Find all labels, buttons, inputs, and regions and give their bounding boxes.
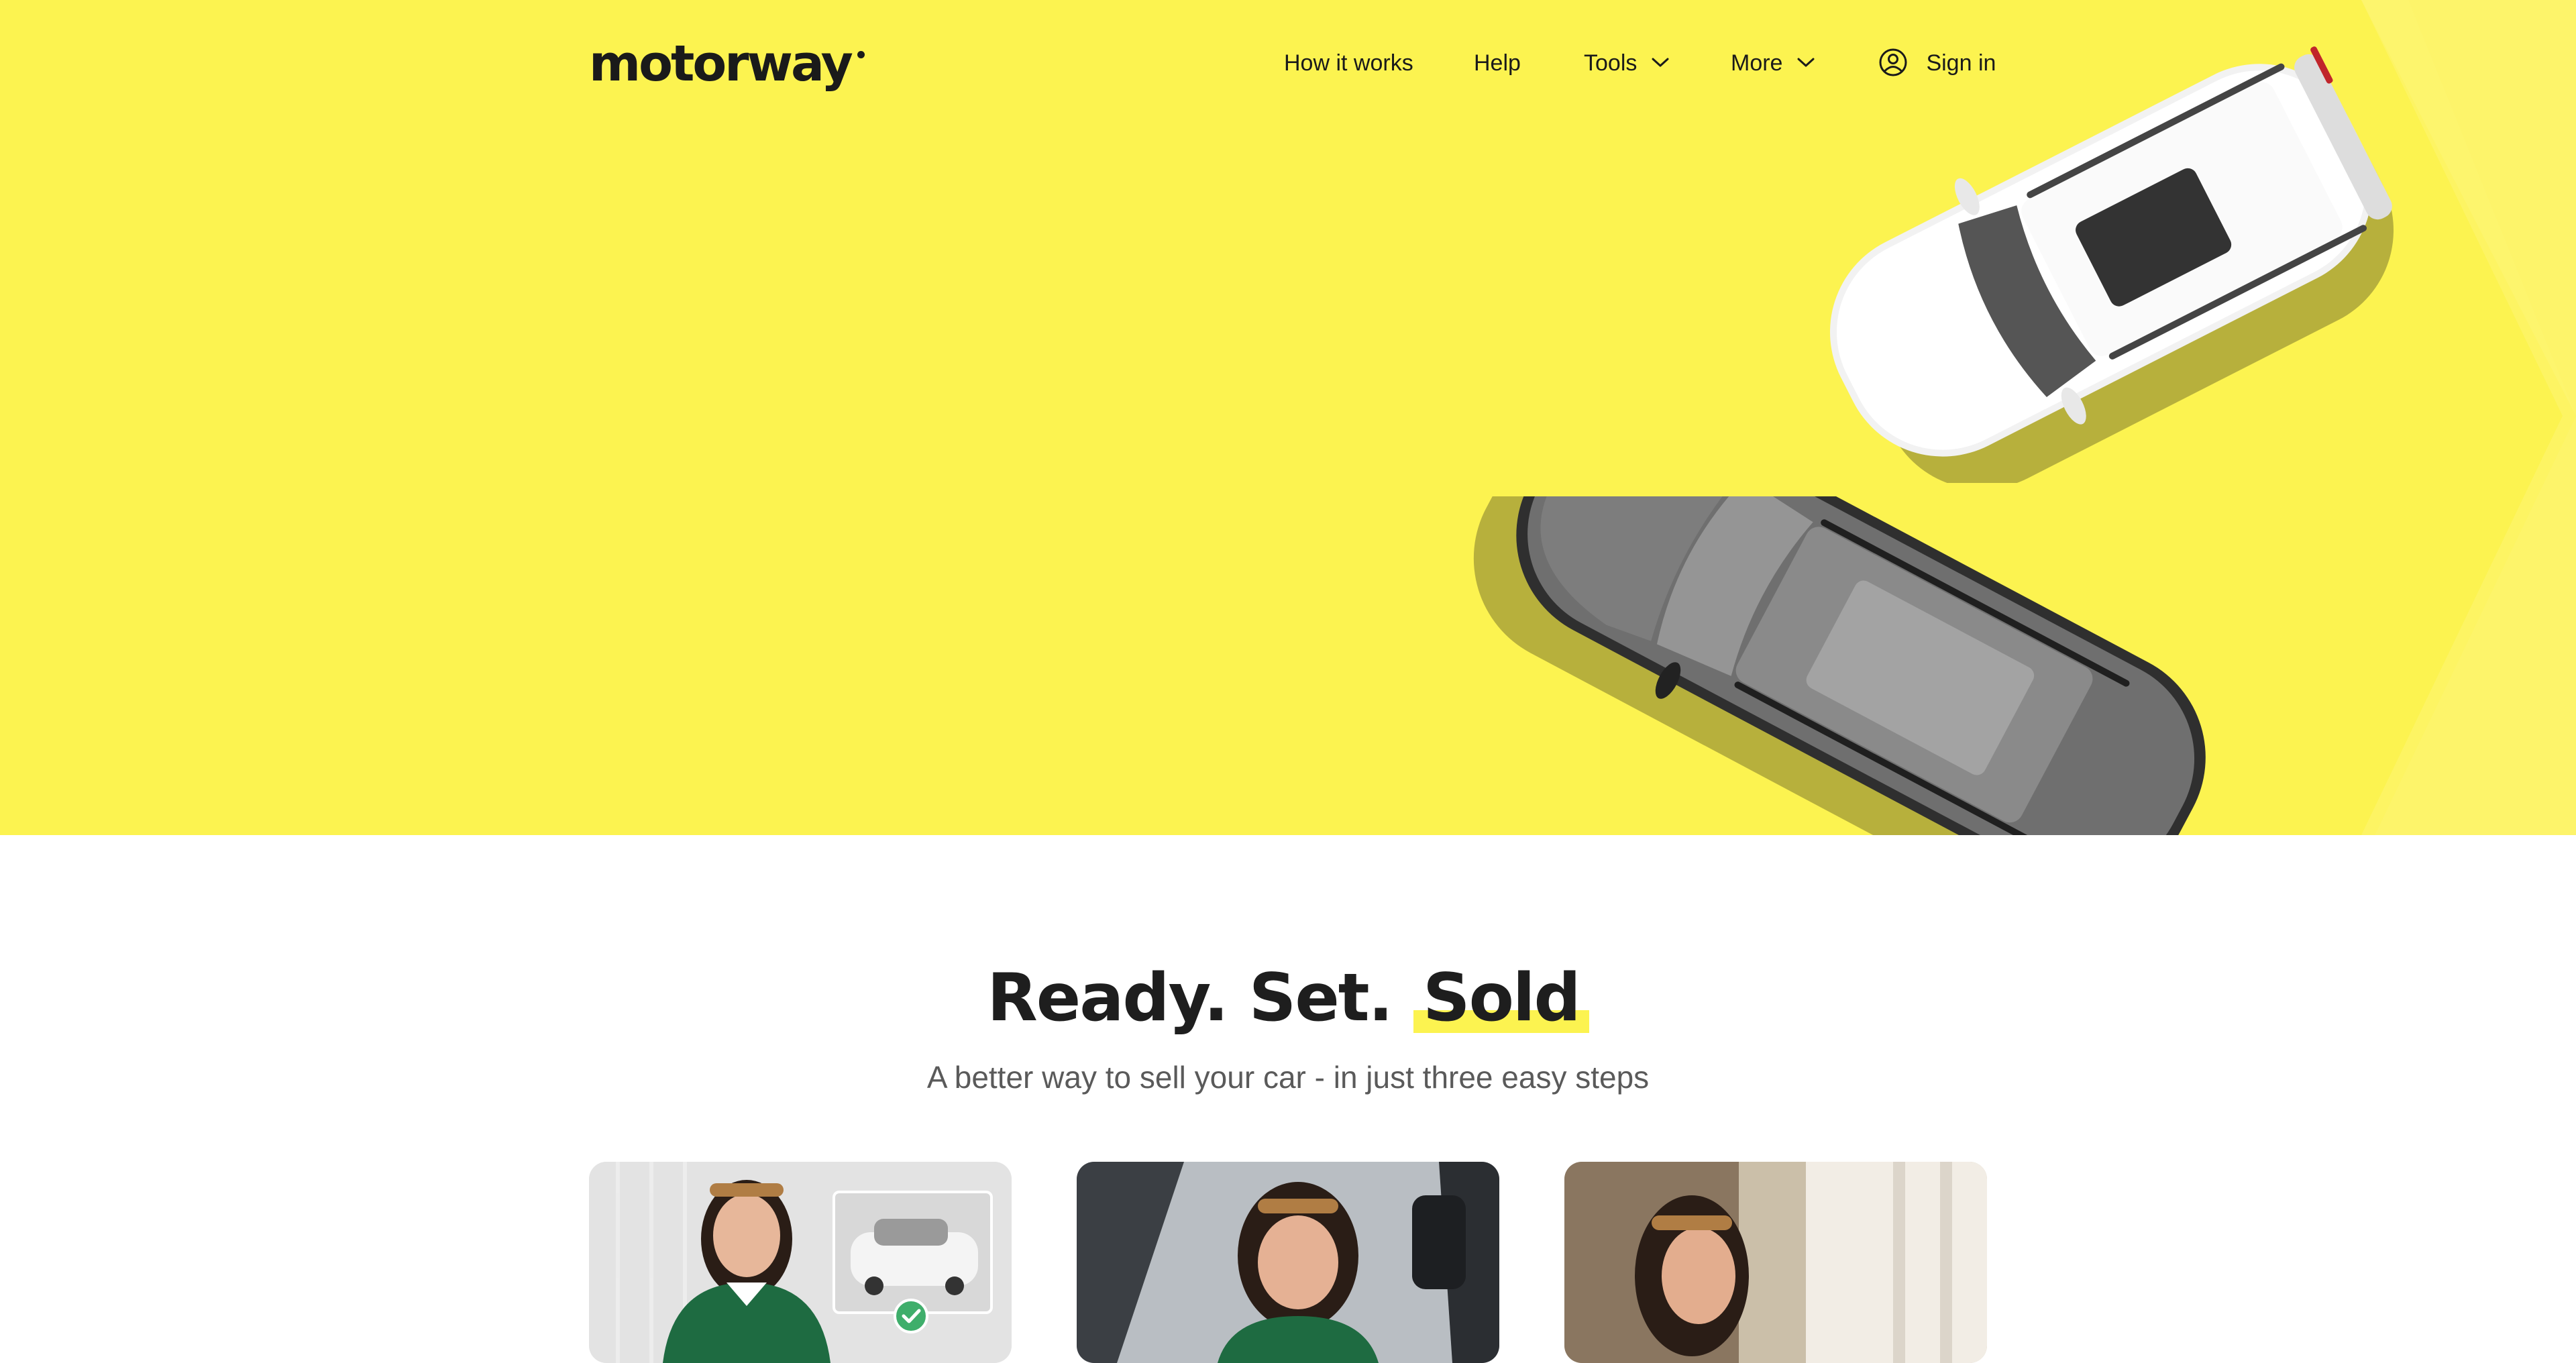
top-navigation: motorway How it works Help Tools More Si…	[0, 0, 2576, 127]
steps-heading: Ready. Set. Sold	[0, 951, 2576, 1045]
nav-tools-dropdown[interactable]: Tools	[1584, 46, 1669, 80]
steps-heading-prefix: Ready. Set.	[987, 960, 1393, 1036]
step-card-1[interactable]	[589, 1162, 1012, 1363]
nav-more-label: More	[1731, 50, 1783, 76]
logo-dot	[857, 51, 865, 58]
step-1-photo	[589, 1162, 1012, 1363]
nav-more-dropdown[interactable]: More	[1731, 46, 1815, 80]
steps-subtitle: A better way to sell your car - in just …	[926, 1060, 1650, 1095]
nav-help-label: Help	[1474, 50, 1521, 76]
step-card-2[interactable]	[1077, 1162, 1499, 1363]
nav-help[interactable]: Help	[1474, 46, 1521, 80]
nav-how-it-works-label: How it works	[1284, 50, 1413, 76]
step-card-3[interactable]	[1564, 1162, 1987, 1363]
dark-car-image	[1473, 496, 2206, 835]
step-3-photo	[1564, 1162, 1987, 1363]
user-icon	[1879, 48, 1907, 76]
chevron-down-icon	[1652, 58, 1669, 67]
steps-heading-highlight: Sold	[1413, 951, 1589, 1045]
logo-text: motorway	[589, 35, 853, 93]
sign-in-label: Sign in	[1926, 50, 1996, 76]
nav-tools-label: Tools	[1584, 50, 1638, 76]
sign-in-button[interactable]: Sign in	[1878, 46, 1996, 80]
step-2-photo	[1077, 1162, 1499, 1363]
nav-how-it-works[interactable]: How it works	[1284, 46, 1413, 80]
motorway-logo[interactable]: motorway	[589, 34, 865, 94]
hero-banner: motorway How it works Help Tools More Si…	[0, 0, 2576, 835]
chevron-down-icon	[1797, 58, 1815, 67]
